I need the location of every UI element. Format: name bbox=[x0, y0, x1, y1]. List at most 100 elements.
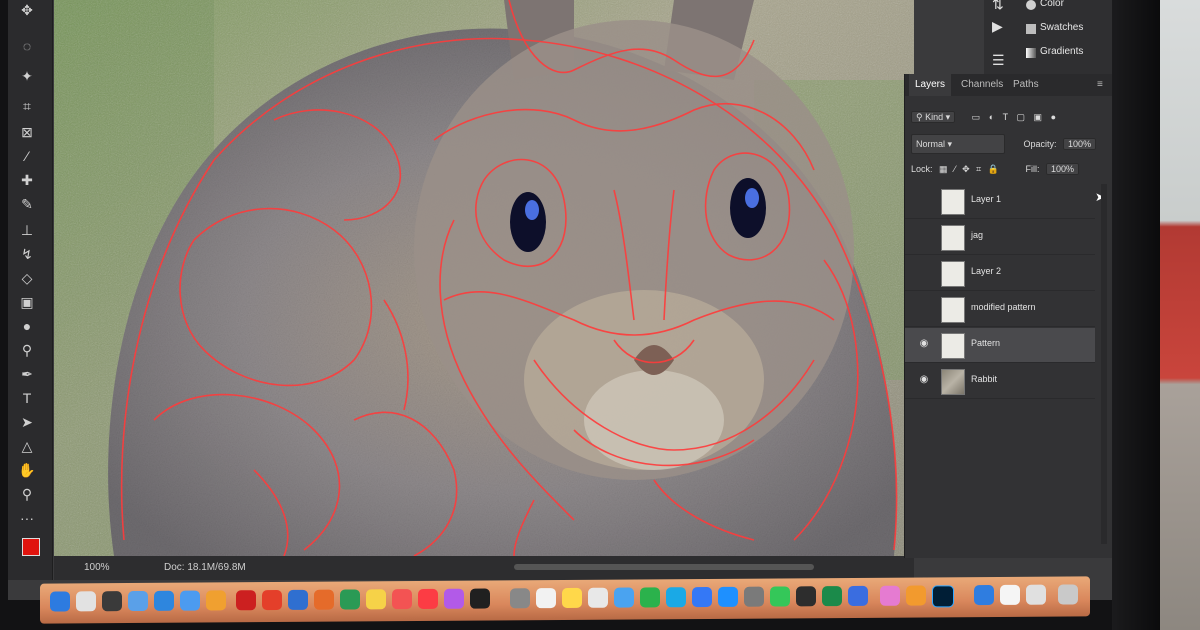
filter-type-icon[interactable]: T bbox=[1003, 112, 1008, 122]
facetime-icon[interactable] bbox=[666, 587, 686, 608]
tab-channels[interactable]: Channels bbox=[955, 74, 1009, 96]
music-icon[interactable] bbox=[418, 588, 438, 610]
finder-icon[interactable] bbox=[50, 591, 70, 612]
swatches-panel-label[interactable]: Swatches bbox=[1040, 22, 1083, 33]
move-tool-icon[interactable]: ✥ bbox=[16, 0, 38, 20]
fill-input[interactable]: 100% bbox=[1046, 163, 1080, 175]
pen-tool-icon[interactable]: ✒ bbox=[16, 364, 38, 384]
layer-row[interactable]: Layer 2 bbox=[905, 256, 1095, 291]
opacity-input[interactable]: 100% bbox=[1063, 138, 1097, 150]
news-icon[interactable] bbox=[392, 589, 412, 610]
filter-smart-object-icon[interactable]: ▣ bbox=[1034, 112, 1043, 122]
actions-play-icon[interactable]: ▶ bbox=[992, 18, 1003, 35]
xcode-icon[interactable] bbox=[718, 586, 738, 607]
layer-row[interactable]: Layer 1 bbox=[905, 184, 1095, 219]
hand-tool-icon[interactable]: ✋ bbox=[16, 460, 38, 480]
gradients-panel-label[interactable]: Gradients bbox=[1040, 46, 1083, 57]
filter-shape-icon[interactable]: ▢ bbox=[1017, 112, 1026, 122]
pencil-tool-icon[interactable]: ✎ bbox=[16, 194, 38, 214]
layer-row-selected[interactable]: ◉ Pattern bbox=[905, 328, 1095, 363]
horizontal-scrollbar[interactable] bbox=[514, 564, 814, 570]
document-icon[interactable] bbox=[1000, 584, 1020, 605]
filter-kind-select[interactable]: ⚲ Kind ▾ bbox=[911, 111, 956, 123]
chat-icon[interactable] bbox=[770, 586, 790, 607]
tab-paths[interactable]: Paths bbox=[1007, 74, 1045, 96]
properties-icon[interactable]: ☰ bbox=[992, 52, 1005, 69]
layer-row[interactable]: jag bbox=[905, 220, 1095, 255]
trash-icon[interactable] bbox=[1058, 584, 1078, 605]
spotify-icon[interactable] bbox=[822, 586, 842, 607]
acrobat-icon[interactable] bbox=[236, 590, 256, 611]
panel-menu-icon[interactable]: ≡ bbox=[1091, 74, 1109, 96]
shape-tool-icon[interactable]: △ bbox=[16, 436, 38, 456]
chrome-icon[interactable] bbox=[906, 585, 926, 606]
eyedropper-tool-icon[interactable]: ⁄ bbox=[16, 146, 38, 166]
app-store-icon[interactable] bbox=[154, 590, 174, 611]
lock-position-icon[interactable]: ✥ bbox=[962, 164, 970, 174]
mission-control-icon[interactable] bbox=[102, 591, 122, 612]
layers-scrollbar[interactable] bbox=[1101, 184, 1107, 544]
filter-adjustment-icon[interactable]: ◐ bbox=[989, 112, 994, 122]
terminal-icon[interactable] bbox=[796, 586, 816, 607]
safari-icon[interactable] bbox=[128, 590, 148, 612]
history-brush-tool-icon[interactable]: ↯ bbox=[16, 244, 38, 264]
lock-artboard-icon[interactable]: ⌗ bbox=[976, 164, 981, 174]
layer-row[interactable]: modified pattern bbox=[905, 292, 1095, 327]
clone-stamp-tool-icon[interactable]: ⊥ bbox=[16, 220, 38, 240]
layer-name[interactable]: Layer 2 bbox=[971, 266, 1001, 276]
lock-brush-icon[interactable]: ⁄ bbox=[954, 164, 956, 174]
launchpad-icon[interactable] bbox=[76, 591, 96, 612]
podcasts-icon[interactable] bbox=[444, 588, 464, 609]
healing-brush-tool-icon[interactable]: ✚ bbox=[16, 170, 38, 190]
zoom-level[interactable]: 100% bbox=[84, 556, 110, 580]
photos-icon[interactable] bbox=[588, 587, 608, 608]
document-canvas[interactable] bbox=[54, 0, 914, 556]
stickies-icon[interactable] bbox=[562, 587, 582, 609]
zoom-app-icon[interactable] bbox=[692, 586, 712, 608]
path-selection-tool-icon[interactable]: ➤ bbox=[16, 412, 38, 432]
frame-tool-icon[interactable]: ⊠ bbox=[16, 122, 38, 142]
color-panel-label[interactable]: Color bbox=[1040, 0, 1064, 9]
preview-icon[interactable] bbox=[536, 588, 556, 609]
notes-icon[interactable] bbox=[366, 589, 386, 610]
mail-icon[interactable] bbox=[180, 590, 200, 611]
layer-name[interactable]: Pattern bbox=[971, 338, 1000, 348]
layer-name[interactable]: Rabbit bbox=[971, 374, 997, 384]
blur-tool-icon[interactable]: ● bbox=[16, 316, 38, 336]
layer-name[interactable]: Layer 1 bbox=[971, 194, 1001, 204]
powerpoint-icon[interactable] bbox=[314, 589, 334, 610]
filter-toggle-icon[interactable]: ● bbox=[1051, 112, 1056, 122]
visibility-eye-icon[interactable]: ◉ bbox=[917, 338, 931, 349]
messages-icon[interactable] bbox=[640, 587, 660, 608]
pdf-app-icon[interactable] bbox=[262, 589, 282, 611]
utility-icon[interactable] bbox=[744, 586, 764, 607]
vscode-icon[interactable] bbox=[848, 585, 868, 607]
blend-mode-select[interactable]: Normal ▾ bbox=[911, 134, 1005, 154]
excel-icon[interactable] bbox=[340, 589, 360, 610]
layer-name[interactable]: modified pattern bbox=[971, 302, 1036, 312]
settings-gear-icon[interactable] bbox=[510, 588, 530, 609]
downloads-folder-icon[interactable] bbox=[974, 585, 994, 606]
lock-transparent-icon[interactable]: ▦ bbox=[939, 164, 948, 174]
creative-cloud-icon[interactable] bbox=[880, 585, 900, 606]
lock-all-icon[interactable]: 🔒 bbox=[988, 164, 999, 174]
filter-pixel-icon[interactable]: ▭ bbox=[972, 112, 981, 122]
magic-wand-tool-icon[interactable]: ✦ bbox=[16, 66, 38, 86]
layer-name[interactable]: jag bbox=[971, 230, 983, 240]
gradient-tool-icon[interactable]: ▣ bbox=[16, 292, 38, 312]
layer-row[interactable]: ◉ Rabbit bbox=[905, 364, 1095, 399]
visibility-eye-icon[interactable]: ◉ bbox=[917, 374, 931, 385]
history-icon[interactable]: ⇅ bbox=[992, 0, 1004, 13]
dodge-tool-icon[interactable]: ⚲ bbox=[16, 340, 38, 360]
crop-tool-icon[interactable]: ⌗ bbox=[16, 96, 38, 116]
eraser-tool-icon[interactable]: ◇ bbox=[16, 268, 38, 288]
zoom-tool-icon[interactable]: ⚲ bbox=[16, 484, 38, 504]
foreground-color-swatch[interactable] bbox=[22, 538, 40, 556]
type-tool-icon[interactable]: T bbox=[16, 388, 38, 408]
photoshop-icon[interactable] bbox=[932, 585, 954, 608]
more-tools-icon[interactable]: ··· bbox=[16, 508, 38, 528]
firefox-icon[interactable] bbox=[206, 590, 226, 611]
lasso-tool-icon[interactable]: ◌ bbox=[16, 36, 38, 56]
maps-icon[interactable] bbox=[614, 587, 634, 608]
tv-icon[interactable] bbox=[470, 588, 490, 609]
